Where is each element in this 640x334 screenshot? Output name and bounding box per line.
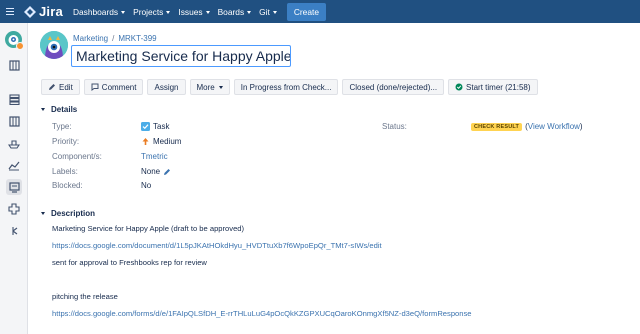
description-title: Description <box>51 209 96 218</box>
breadcrumb-project-link[interactable]: Marketing <box>73 34 108 43</box>
chevron-down-icon <box>205 10 210 14</box>
collapse-triangle-icon <box>41 108 45 111</box>
project-sidebar <box>0 23 28 334</box>
code-icon[interactable] <box>6 223 22 239</box>
collapse-triangle-icon <box>41 212 45 215</box>
more-button-label: More <box>196 82 215 92</box>
pencil-icon[interactable] <box>163 168 171 176</box>
nav-dashboards-label: Dashboards <box>72 6 119 17</box>
jira-logo[interactable]: Jira <box>24 4 63 19</box>
description-form-link[interactable]: https://docs.google.com/forms/d/e/1FAIpQ… <box>52 309 472 318</box>
breadcrumb: Marketing / MRKT-399 <box>73 34 157 43</box>
jira-logo-icon <box>24 5 36 18</box>
details-section-toggle[interactable]: Details <box>41 105 77 114</box>
chevron-down-icon <box>272 10 277 14</box>
board-icon[interactable] <box>6 113 22 129</box>
issue-toolbar: Edit Comment Assign More In Progress fro… <box>41 79 542 95</box>
description-line: pitching the release <box>52 292 118 301</box>
priority-label: Priority: <box>52 137 80 146</box>
priority-arrow-up-icon <box>142 138 149 145</box>
type-value-text: Task <box>153 122 170 131</box>
monster-avatar-icon <box>40 31 68 59</box>
description-line: Marketing Service for Happy Apple (draft… <box>52 224 245 233</box>
reports-icon[interactable] <box>6 157 22 173</box>
releases-icon[interactable] <box>6 57 22 73</box>
status-value: CHECK RESULT (View Workflow) <box>471 122 583 131</box>
issues-icon[interactable] <box>6 179 22 195</box>
assign-button[interactable]: Assign <box>147 79 186 95</box>
nav-git[interactable]: Git <box>259 7 277 17</box>
nav-issues-label: Issues <box>178 6 203 17</box>
transition-closed-button[interactable]: Closed (done/rejected)... <box>342 79 445 95</box>
components-icon[interactable] <box>6 201 22 217</box>
component-tmetric-link[interactable]: Tmetric <box>141 152 168 161</box>
pencil-icon <box>48 83 56 91</box>
top-navigation-bar: Jira Dashboards Projects Issues Boards G… <box>0 0 640 23</box>
status-lozenge[interactable]: CHECK RESULT <box>471 122 523 131</box>
labels-value-text: None <box>141 167 161 176</box>
nav-boards[interactable]: Boards <box>218 7 252 17</box>
chevron-down-icon <box>218 85 223 89</box>
chevron-down-icon <box>247 10 252 14</box>
components-label: Component/s: <box>52 152 102 161</box>
start-timer-button[interactable]: Start timer (21:58) <box>448 79 538 95</box>
timer-icon <box>455 83 463 91</box>
task-checkbox-icon <box>141 122 150 131</box>
edit-button-label: Edit <box>59 82 73 92</box>
description-doc-link[interactable]: https://docs.google.com/document/d/1L5pJ… <box>52 241 382 250</box>
components-value: Tmetric <box>141 152 168 161</box>
avatar-badge <box>16 42 24 50</box>
chevron-down-icon <box>121 10 126 14</box>
edit-button[interactable]: Edit <box>41 79 80 95</box>
project-avatar[interactable] <box>40 31 68 59</box>
ship-icon[interactable] <box>6 135 22 151</box>
comment-button-label: Comment <box>101 82 137 92</box>
breadcrumb-separator: / <box>112 34 115 43</box>
comment-button[interactable]: Comment <box>83 79 144 95</box>
comment-icon <box>91 83 99 91</box>
more-button[interactable]: More <box>189 79 230 95</box>
description-line: sent for approval to Freshbooks rep for … <box>52 258 207 267</box>
create-button[interactable]: Create <box>286 2 326 21</box>
view-workflow-link[interactable]: View Workflow <box>528 122 580 131</box>
start-timer-label: Start timer (21:58) <box>466 82 531 92</box>
nav-issues[interactable]: Issues <box>178 6 210 17</box>
description-section-toggle[interactable]: Description <box>41 209 95 218</box>
workflow-close-paren: ) <box>579 122 583 131</box>
issue-summary-input[interactable]: Marketing Service for Happy Apple <box>71 45 291 67</box>
nav-projects-label: Projects <box>133 6 164 17</box>
backlog-icon[interactable] <box>6 91 22 107</box>
type-label: Type: <box>52 122 72 131</box>
priority-value-text: Medium <box>153 137 182 146</box>
nav-dashboards[interactable]: Dashboards <box>72 6 126 17</box>
issue-summary-text: Marketing Service for Happy Apple <box>76 48 291 64</box>
breadcrumb-issue-key-link[interactable]: MRKT-399 <box>118 34 156 43</box>
labels-label: Labels: <box>52 167 78 176</box>
chevron-down-icon <box>166 10 171 14</box>
blocked-value: No <box>141 181 152 190</box>
app-switcher-menu-icon[interactable] <box>6 0 22 23</box>
project-avatar-small[interactable] <box>5 31 24 50</box>
nav-projects[interactable]: Projects <box>133 6 171 17</box>
nav-boards-label: Boards <box>217 6 245 17</box>
priority-value: Medium <box>141 137 181 146</box>
type-value: Task <box>141 122 169 131</box>
labels-value[interactable]: None <box>141 167 171 176</box>
nav-git-label: Git <box>259 6 270 17</box>
jira-logo-text: Jira <box>39 4 63 19</box>
details-title: Details <box>51 105 78 114</box>
status-label: Status: <box>382 122 407 131</box>
transition-in-progress-button[interactable]: In Progress from Check... <box>233 79 339 95</box>
blocked-label: Blocked: <box>52 181 83 190</box>
